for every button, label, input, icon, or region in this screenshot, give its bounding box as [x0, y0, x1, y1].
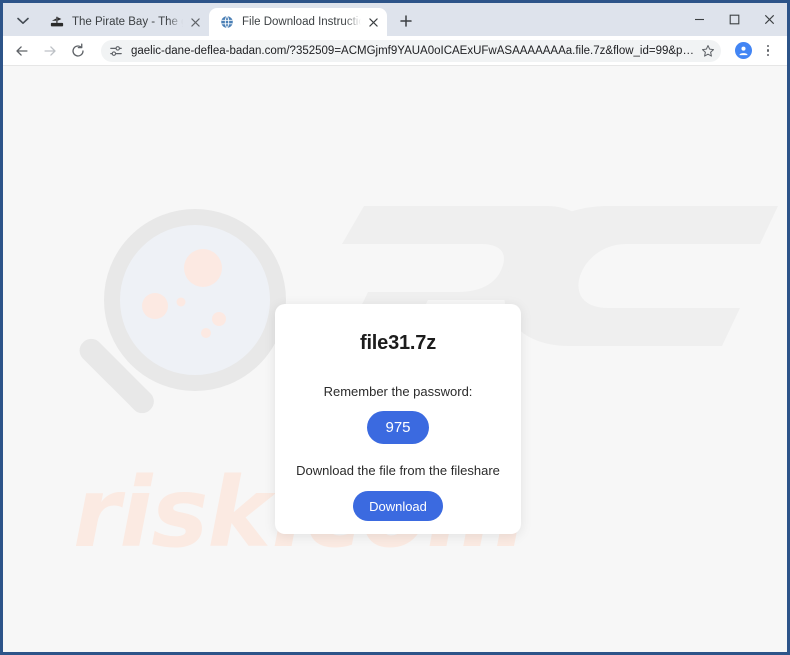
- tab-strip: The Pirate Bay - The galaxy's m File Dow…: [3, 3, 787, 36]
- tab-title: File Download Instructions for f: [242, 16, 361, 28]
- globe-icon: [219, 14, 235, 30]
- browser-window: The Pirate Bay - The galaxy's m File Dow…: [0, 0, 790, 655]
- password-value-badge[interactable]: 975: [367, 411, 429, 444]
- browser-toolbar: gaelic-dane-deflea-badan.com/?352509=ACM…: [3, 36, 787, 66]
- tab-close-button[interactable]: [187, 14, 203, 30]
- arrow-right-icon: [44, 45, 56, 56]
- tab-pirate-bay[interactable]: The Pirate Bay - The galaxy's m: [39, 8, 209, 36]
- close-window-button[interactable]: [752, 3, 787, 36]
- tab-file-download-instructions[interactable]: File Download Instructions for f: [209, 8, 387, 36]
- file-name-heading: file31.7z: [359, 332, 437, 354]
- bookmark-star-icon[interactable]: [699, 42, 717, 60]
- back-button[interactable]: [9, 38, 35, 64]
- tab-close-button[interactable]: [365, 14, 381, 30]
- new-tab-button[interactable]: [393, 8, 419, 34]
- more-vertical-icon: [766, 44, 770, 48]
- minimize-button[interactable]: [682, 3, 717, 36]
- more-vertical-icon: [766, 53, 770, 57]
- reload-button[interactable]: [65, 38, 91, 64]
- page-viewport: risk.com file31.7z Remember the password…: [3, 66, 787, 652]
- window-controls: [682, 3, 787, 36]
- download-button[interactable]: Download: [353, 491, 443, 521]
- pirate-ship-icon: [49, 14, 65, 30]
- profile-button[interactable]: [731, 39, 755, 63]
- profile-avatar-icon: [734, 42, 752, 59]
- download-card: file31.7z Remember the password: 975 Dow…: [275, 304, 521, 534]
- minimize-icon: [695, 18, 704, 21]
- reload-icon: [72, 42, 84, 57]
- more-vertical-icon: [766, 49, 770, 52]
- plus-icon: [400, 15, 412, 27]
- arrow-left-icon: [16, 45, 28, 56]
- password-label: Remember the password:: [323, 384, 473, 399]
- close-icon: [368, 17, 378, 27]
- url-text: gaelic-dane-deflea-badan.com/?352509=ACM…: [131, 44, 695, 57]
- close-icon: [764, 14, 775, 25]
- forward-button[interactable]: [37, 38, 63, 64]
- chevron-down-icon: [17, 17, 29, 24]
- maximize-icon: [729, 14, 740, 25]
- address-bar[interactable]: gaelic-dane-deflea-badan.com/?352509=ACM…: [101, 39, 721, 62]
- tune-sliders-icon[interactable]: [108, 43, 124, 59]
- tab-title: The Pirate Bay - The galaxy's m: [72, 16, 183, 28]
- magnifier-watermark-icon: [79, 209, 286, 414]
- browser-menu-button[interactable]: [757, 39, 779, 63]
- close-icon: [190, 17, 200, 27]
- tab-search-button[interactable]: [9, 8, 37, 34]
- maximize-button[interactable]: [717, 3, 752, 36]
- download-instruction-label: Download the file from the fileshare: [296, 463, 500, 478]
